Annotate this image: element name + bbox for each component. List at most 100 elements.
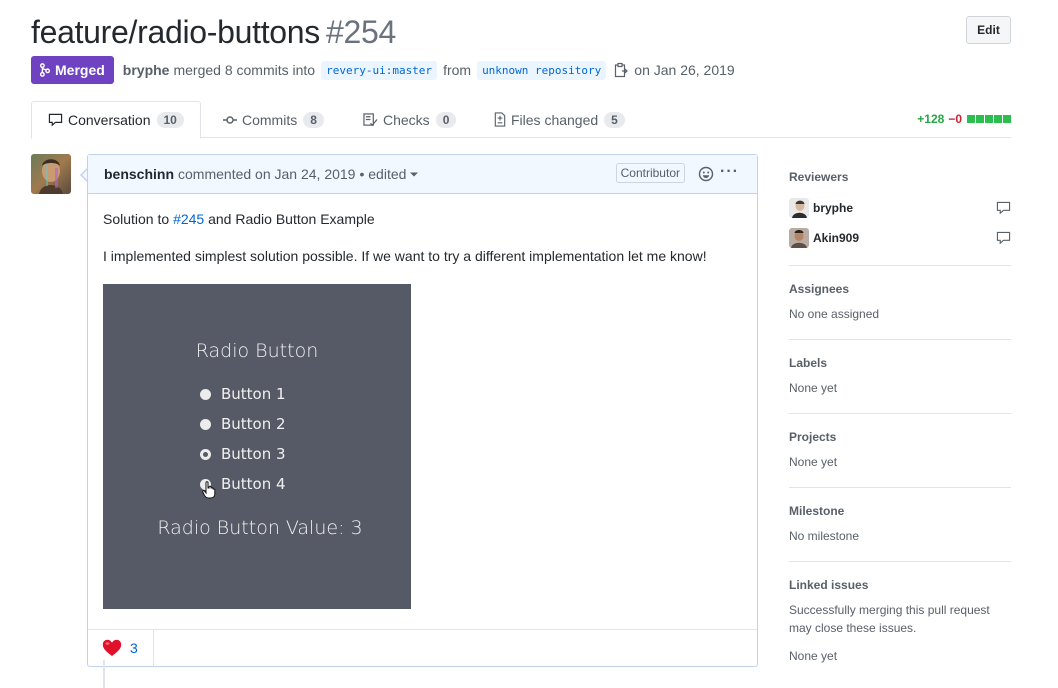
radio-dot-selected [200,448,211,460]
pr-header: feature/radio-buttons #254 Edit Merged br… [31,12,1011,85]
timeline-line [103,660,105,688]
comment-author-avatar[interactable] [31,154,71,194]
comment-icon [996,231,1011,248]
tab-counter: 8 [303,111,324,128]
tab-label: Checks [383,111,430,128]
tab-label: Files changed [511,111,599,128]
milestone-value: No milestone [789,529,860,543]
reviewer-item[interactable]: Akin909 [789,223,1011,253]
add-reaction-icon[interactable] [698,166,714,185]
sidebar-assignees: Assignees No one assigned [789,266,1011,340]
demo-radio-option: Button 3 [200,445,286,463]
comment-header: benschinn commented on Jan 24, 2019 • ed… [88,155,757,194]
checklist-icon [363,112,378,127]
heart-reaction-button[interactable]: 3 [88,630,154,666]
merge-icon [39,63,51,77]
diffstat: +128 −0 [917,112,1011,126]
demo-radio-label: Button 1 [221,385,286,403]
pr-tabs: Conversation 10 Commits 8 Checks 0 Files… [31,101,1011,139]
projects-heading[interactable]: Projects [789,430,1011,444]
assignees-heading[interactable]: Assignees [789,282,1011,296]
sidebar-reviewers: Reviewers bryphe Akin909 [789,154,1011,266]
tab-counter: 10 [156,112,184,128]
comment-line-1: Solution to #245 and Radio Button Exampl… [103,210,742,228]
comment-icon [48,113,63,127]
heart-icon [102,639,122,657]
tab-checks[interactable]: Checks 0 [363,101,457,138]
diffstat-deletions: −0 [948,112,962,126]
comment-icon [996,201,1011,218]
comment-line-1-prefix: Solution to [103,211,174,227]
head-branch[interactable]: unknown repository [477,60,607,80]
radio-dot [200,418,211,430]
comment-line-2: I implemented simplest solution possible… [103,248,707,264]
from-text: from [443,62,472,78]
tab-counter: 0 [435,111,457,128]
demo-radio-label: Button 4 [221,475,286,493]
reviewer-name: Akin909 [813,231,860,245]
comment-timestamp[interactable]: commented on Jan 24, 2019 [178,166,355,182]
diffstat-blocks [966,115,1011,123]
edited-dropdown[interactable]: • edited [359,166,419,182]
pr-title: feature/radio-buttons #254 [31,12,396,52]
demo-radio-label: Button 2 [221,415,286,433]
tab-conversation[interactable]: Conversation 10 [31,101,201,139]
sidebar-linked-issues: Linked issues Successfully merging this … [789,562,1011,681]
comment-box: benschinn commented on Jan 24, 2019 • ed… [87,154,758,667]
linked-issues-description: Successfully merging this pull request m… [789,603,990,635]
linked-issues-heading[interactable]: Linked issues [789,578,1011,592]
base-branch[interactable]: revery-ui:master [321,60,438,80]
demo-value-text: Radio Button Value: 3 [157,517,363,539]
comment-body: Solution to #245 and Radio Button Exampl… [88,194,757,265]
sidebar-projects: Projects None yet [789,414,1011,488]
demo-radio-option: Button 1 [200,385,286,403]
merged-label: Merged [55,62,105,78]
avatar [789,198,809,218]
contributor-label: Contributor [615,163,685,183]
sidebar-milestone: Milestone No milestone [789,488,1011,562]
hand-cursor-icon [202,481,216,503]
comment-line-1-suffix: and Radio Button Example [204,211,375,227]
demo-title: Radio Button [195,340,319,362]
tab-files-changed[interactable]: Files changed 5 [494,101,625,138]
edited-label: • edited [359,166,407,182]
projects-value: None yet [789,455,838,469]
reviewer-item[interactable]: bryphe [789,193,1011,223]
reviewer-name: bryphe [813,201,854,215]
tab-counter: 5 [604,111,625,128]
caret-down-icon [410,172,419,177]
diffstat-additions: +128 [917,112,945,126]
pr-title-text: feature/radio-buttons [31,14,320,50]
sidebar-labels: Labels None yet [789,340,1011,414]
labels-heading[interactable]: Labels [789,356,1011,370]
labels-value: None yet [789,381,838,395]
tab-label: Commits [242,111,298,128]
radio-button-demo-image[interactable]: Radio Button Button 1 Button 2 Button 3 … [103,284,411,609]
comment-author-link[interactable]: benschinn [104,166,174,182]
clipboard-icon[interactable] [614,62,629,78]
merge-text: merged 8 commits into [173,62,316,78]
demo-radio-option: Button 2 [200,415,286,433]
commit-icon [223,115,237,125]
reviewers-heading[interactable]: Reviewers [789,170,1011,184]
reaction-count: 3 [130,640,138,656]
merge-author-link[interactable]: bryphe [123,62,170,78]
milestone-heading[interactable]: Milestone [789,504,1011,518]
tab-label: Conversation [68,112,151,128]
edit-button[interactable]: Edit [966,16,1011,44]
radio-dot [200,388,211,400]
issue-link[interactable]: #245 [173,211,204,227]
linked-issues-value: None yet [789,649,838,663]
assignees-value: No one assigned [789,307,880,321]
pr-number: #254 [326,14,396,50]
pr-meta: Merged bryphe merged 8 commits into reve… [31,55,1011,85]
demo-radio-label: Button 3 [221,445,286,463]
more-options-icon[interactable]: ··· [720,163,739,181]
merge-date: on Jan 26, 2019 [634,62,735,78]
tab-commits[interactable]: Commits 8 [223,101,324,138]
reactions-bar: 3 [88,629,757,666]
sidebar: Reviewers bryphe Akin909 Assignees No on… [789,154,1011,681]
file-diff-icon [494,112,506,127]
merged-state-badge: Merged [31,56,114,84]
avatar [789,228,809,248]
